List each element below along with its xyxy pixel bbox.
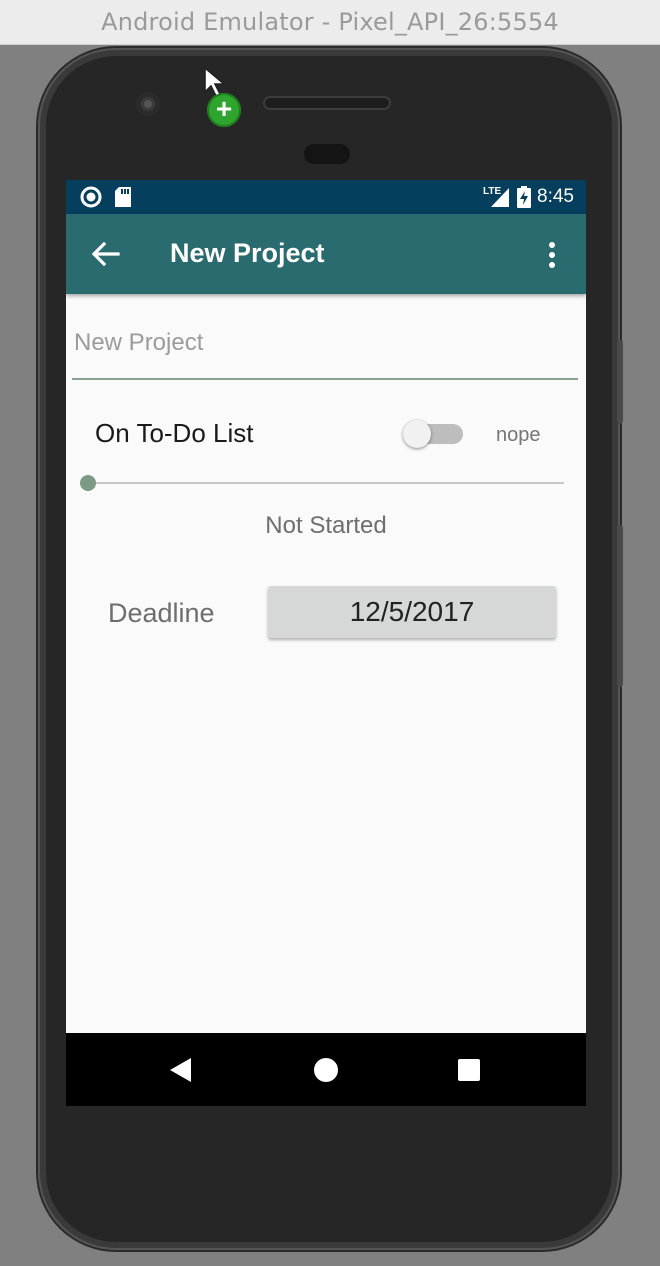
slider-thumb[interactable] (80, 475, 96, 491)
back-arrow-icon[interactable] (90, 240, 122, 268)
slider-track (88, 482, 564, 484)
circle-notification-icon (80, 186, 102, 208)
status-time: 8:45 (537, 186, 574, 207)
proximity-sensor (304, 144, 350, 164)
page-title: New Project (170, 238, 325, 268)
project-name-input[interactable] (72, 316, 578, 380)
volume-button[interactable] (617, 525, 623, 687)
todo-toggle-label: On To-Do List (95, 418, 254, 448)
nav-recents-button[interactable] (429, 1033, 509, 1106)
app-bar: New Project (66, 214, 586, 294)
todo-toggle-switch[interactable] (403, 420, 463, 450)
sd-card-icon (115, 187, 131, 207)
power-button[interactable] (617, 340, 623, 424)
navigation-bar (66, 1033, 586, 1106)
progress-status-text: Not Started (265, 512, 387, 539)
status-bar: LTE 8:45 (66, 180, 586, 214)
battery-charging-icon (517, 186, 532, 208)
device-screen: LTE 8:45 New Project On To-Do List nope (66, 180, 586, 1106)
overflow-menu-icon[interactable] (542, 240, 562, 270)
nav-home-circle-icon (314, 1057, 338, 1082)
switch-thumb[interactable] (403, 420, 431, 448)
nav-home-button[interactable] (286, 1033, 366, 1106)
earpiece-speaker (263, 96, 391, 110)
front-camera (136, 92, 160, 116)
todo-toggle-state: nope (496, 424, 541, 446)
deadline-date-button[interactable]: 12/5/2017 (268, 586, 556, 638)
progress-slider[interactable] (80, 473, 564, 493)
add-plus-icon: + (207, 93, 241, 127)
deadline-label: Deadline (108, 598, 215, 628)
emulator-window-title: Android Emulator - Pixel_API_26:5554 (0, 0, 660, 45)
network-type-label: LTE (483, 186, 502, 197)
nav-back-button[interactable] (141, 1033, 221, 1106)
lte-signal-icon: LTE (483, 186, 511, 208)
nav-recents-square-icon (458, 1058, 480, 1081)
nav-back-triangle-icon (170, 1057, 191, 1082)
